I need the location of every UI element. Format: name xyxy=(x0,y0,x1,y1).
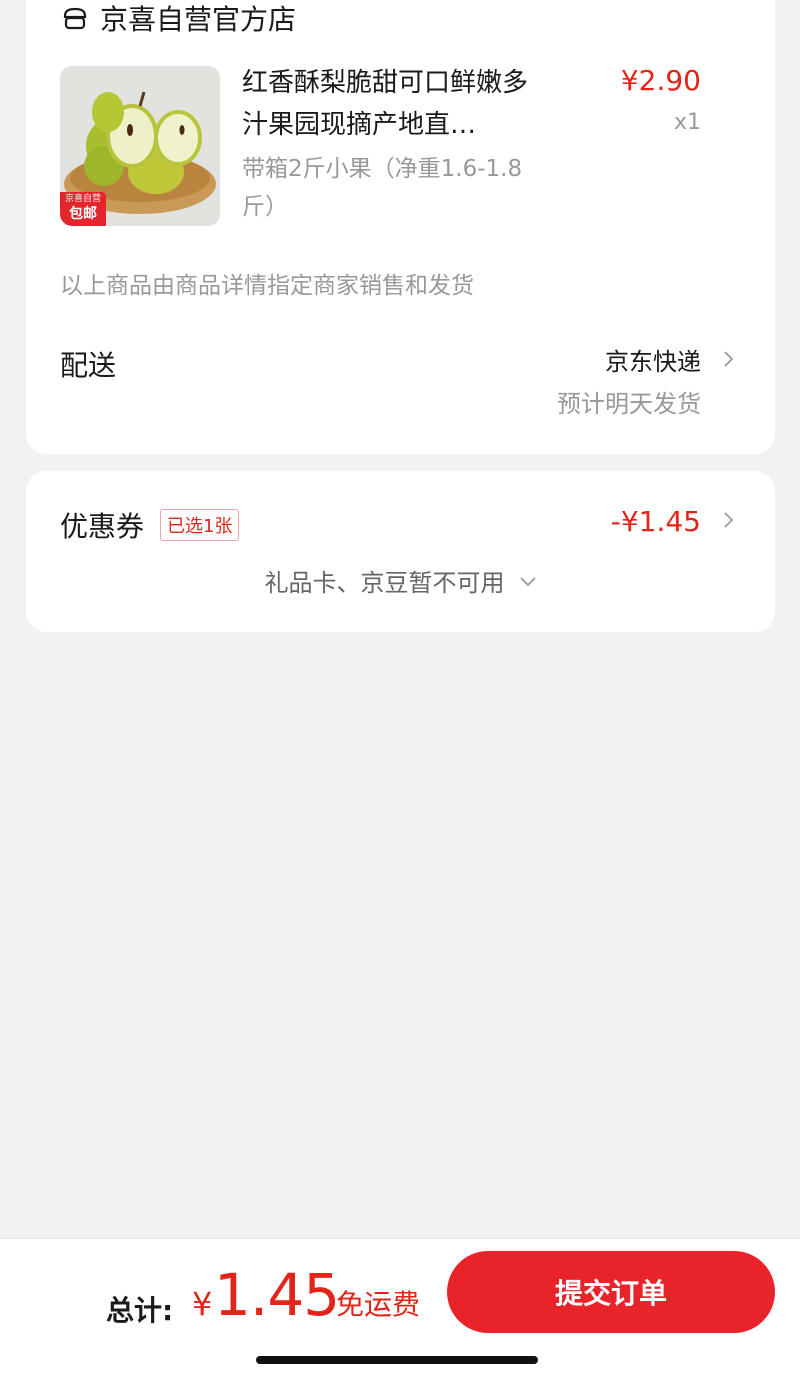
product-image[interactable]: 京喜自营 包邮 xyxy=(60,66,220,226)
chevron-right-icon[interactable] xyxy=(719,511,737,529)
product-title[interactable]: 红香酥梨脆甜可口鲜嫩多汁果园现摘产地直… xyxy=(242,62,552,146)
gift-card-row[interactable]: 礼品卡、京豆暂不可用 xyxy=(26,563,775,598)
total-amount: 1.45 xyxy=(214,1261,340,1329)
checkout-bar: 总计: ¥ 1.45 免运费 提交订单 xyxy=(0,1238,800,1374)
delivery-eta: 预计明天发货 xyxy=(557,390,701,418)
total-currency: ¥ xyxy=(192,1285,213,1323)
badge-store-text: 京喜自营 xyxy=(64,194,101,204)
coupon-card: 优惠券 已选1张 -¥1.45 礼品卡、京豆暂不可用 xyxy=(26,471,775,632)
store-icon xyxy=(63,7,87,30)
coupon-amount[interactable]: -¥1.45 xyxy=(611,505,701,538)
product-price: ¥2.90 xyxy=(620,64,701,97)
home-indicator[interactable] xyxy=(256,1356,538,1364)
chevron-down-icon[interactable] xyxy=(519,575,537,587)
chevron-right-icon[interactable] xyxy=(719,350,737,368)
seller-note: 以上商品由商品详情指定商家销售和发货 xyxy=(60,273,474,299)
product-spec: 带箱2斤小果（净重1.6-1.8斤） xyxy=(242,156,523,220)
badge-free-shipping-text: 包邮 xyxy=(69,206,97,222)
delivery-label: 配送 xyxy=(60,349,117,382)
free-shipping-badge: 京喜自营 包邮 xyxy=(60,192,106,226)
coupon-selected-tag: 已选1张 xyxy=(160,509,240,541)
submit-order-button[interactable]: 提交订单 xyxy=(447,1251,775,1333)
store-card: 京喜自营官方店 京喜自营 包邮 红香酥梨脆甜可口鲜嫩多汁果园现摘产地直… 带箱2… xyxy=(26,0,775,454)
store-header[interactable]: 京喜自营官方店 xyxy=(62,0,296,38)
total-label: 总计: xyxy=(106,1294,174,1327)
delivery-method[interactable]: 京东快递 xyxy=(605,342,701,377)
store-name: 京喜自营官方店 xyxy=(100,3,297,36)
gift-card-text: 礼品卡、京豆暂不可用 xyxy=(264,569,505,597)
coupon-label: 优惠券 xyxy=(60,510,145,543)
product-quantity: x1 xyxy=(673,110,701,135)
free-shipping-text: 免运费 xyxy=(336,1288,421,1321)
